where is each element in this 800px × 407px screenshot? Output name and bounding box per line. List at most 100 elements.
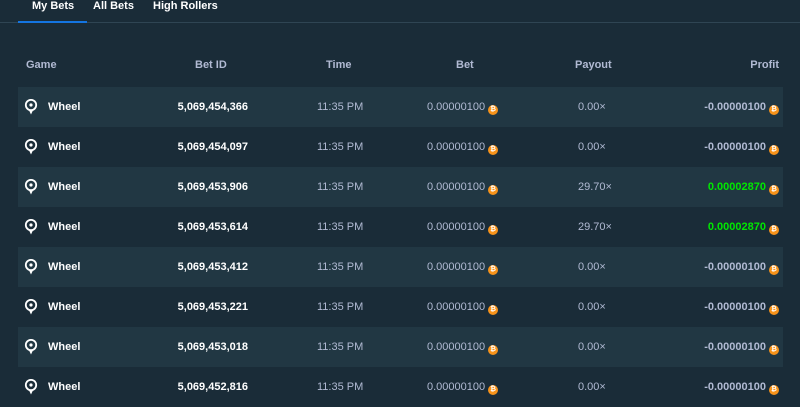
profit-amount: 0.00002870 ₿ xyxy=(708,207,779,247)
bet-amount-value: 0.00000100 xyxy=(427,101,486,113)
bet-amount: 0.00000100 ₿ xyxy=(427,247,499,287)
bet-time: 11:35 PM xyxy=(317,341,364,353)
game-name[interactable]: Wheel xyxy=(48,327,80,367)
bitcoin-icon: ₿ xyxy=(769,145,779,155)
bet-id[interactable]: 5,069,453,412 xyxy=(178,247,248,287)
wheel-game-icon xyxy=(24,178,40,195)
bet-time: 11:35 PM xyxy=(317,141,364,153)
bet-amount-value: 0.00000100 xyxy=(427,341,486,353)
profit-amount: -0.00000100 ₿ xyxy=(704,367,779,407)
wheel-game-icon xyxy=(24,98,40,115)
profit-amount: -0.00000100 ₿ xyxy=(704,247,779,287)
profit-value: 0.00002870 xyxy=(707,181,766,193)
bet-id[interactable]: 5,069,454,097 xyxy=(178,127,248,167)
payout-multiplier: 0.00× xyxy=(578,141,606,153)
bet-amount: 0.00000100 ₿ xyxy=(427,327,499,367)
game-name[interactable]: Wheel xyxy=(48,367,80,407)
profit-value: -0.00000100 xyxy=(704,101,766,113)
bet-amount: 0.00000100 ₿ xyxy=(427,367,499,407)
bet-amount: 0.00000100 ₿ xyxy=(427,87,499,127)
column-header-profit: Profit xyxy=(750,59,779,71)
profit-amount: -0.00000100 ₿ xyxy=(704,87,779,127)
bet-amount: 0.00000100 ₿ xyxy=(427,127,499,167)
profit-value: -0.00000100 xyxy=(704,301,766,313)
bet-id[interactable]: 5,069,453,614 xyxy=(178,207,248,247)
tab-all-bets[interactable]: All Bets xyxy=(93,0,134,20)
bet-id[interactable]: 5,069,453,221 xyxy=(178,287,248,327)
profit-value: -0.00000100 xyxy=(704,381,766,393)
bet-amount-value: 0.00000100 xyxy=(427,261,486,273)
profit-value: -0.00000100 xyxy=(704,141,766,153)
profit-amount: -0.00000100 ₿ xyxy=(704,127,779,167)
table-row[interactable]: Wheel 5,069,453,906 11:35 PM 0.00000100 ₿ 29.… xyxy=(18,167,783,207)
column-header-bet-id: Bet ID xyxy=(195,59,227,71)
tab-high-rollers[interactable]: High Rollers xyxy=(153,0,218,20)
payout-multiplier: 0.00× xyxy=(578,261,606,273)
bitcoin-icon: ₿ xyxy=(488,385,499,395)
game-name[interactable]: Wheel xyxy=(48,87,80,127)
bet-amount-value: 0.00000100 xyxy=(427,141,486,153)
payout-multiplier: 29.70× xyxy=(578,221,612,233)
game-name[interactable]: Wheel xyxy=(48,287,80,327)
profit-value: -0.00000100 xyxy=(704,341,766,353)
bitcoin-icon: ₿ xyxy=(488,345,499,355)
wheel-game-icon xyxy=(24,258,40,275)
bets-tab-bar: My Bets All Bets High Rollers xyxy=(0,0,800,23)
bet-time: 11:35 PM xyxy=(317,181,364,193)
table-row[interactable]: Wheel 5,069,453,221 11:35 PM 0.00000100 ₿ 0.0… xyxy=(18,287,783,327)
profit-amount: -0.00000100 ₿ xyxy=(704,287,779,327)
profit-value: -0.00000100 xyxy=(704,261,766,273)
profit-amount: 0.00002870 ₿ xyxy=(708,167,779,207)
bet-amount: 0.00000100 ₿ xyxy=(427,167,499,207)
bet-id[interactable]: 5,069,453,018 xyxy=(178,327,248,367)
bet-time: 11:35 PM xyxy=(317,261,364,273)
column-header-payout: Payout xyxy=(575,59,612,71)
payout-multiplier: 0.00× xyxy=(578,101,606,113)
bet-amount: 0.00000100 ₿ xyxy=(427,207,499,247)
payout-multiplier: 0.00× xyxy=(578,381,606,393)
wheel-game-icon xyxy=(24,218,40,235)
game-name[interactable]: Wheel xyxy=(48,127,80,167)
bet-time: 11:35 PM xyxy=(317,381,364,393)
payout-multiplier: 29.70× xyxy=(578,181,612,193)
table-row[interactable]: Wheel 5,069,453,412 11:35 PM 0.00000100 ₿ 0.0… xyxy=(18,247,783,287)
profit-amount: -0.00000100 ₿ xyxy=(704,327,779,367)
bitcoin-icon: ₿ xyxy=(488,305,499,315)
column-header-bet: Bet xyxy=(456,59,474,71)
bet-id[interactable]: 5,069,453,906 xyxy=(178,167,248,207)
bet-time: 11:35 PM xyxy=(317,301,364,313)
table-row[interactable]: Wheel 5,069,453,614 11:35 PM 0.00000100 ₿ 29.… xyxy=(18,207,783,247)
payout-multiplier: 0.00× xyxy=(578,341,606,353)
tab-my-bets[interactable]: My Bets xyxy=(17,0,88,23)
bet-id[interactable]: 5,069,454,366 xyxy=(178,87,248,127)
column-header-game: Game xyxy=(26,59,57,71)
payout-multiplier: 0.00× xyxy=(578,301,606,313)
bet-id[interactable]: 5,069,452,816 xyxy=(178,367,248,407)
bet-time: 11:35 PM xyxy=(317,101,364,113)
bitcoin-icon: ₿ xyxy=(488,185,499,195)
bet-amount-value: 0.00000100 xyxy=(427,301,486,313)
bitcoin-icon: ₿ xyxy=(488,265,499,275)
column-header-time: Time xyxy=(326,59,352,71)
bitcoin-icon: ₿ xyxy=(769,225,779,235)
game-name[interactable]: Wheel xyxy=(48,207,80,247)
wheel-game-icon xyxy=(24,378,40,395)
table-row[interactable]: Wheel 5,069,454,366 11:35 PM 0.00000100 ₿ 0.0… xyxy=(18,87,783,127)
bitcoin-icon: ₿ xyxy=(769,345,779,355)
table-row[interactable]: Wheel 5,069,453,018 11:35 PM 0.00000100 ₿ 0.0… xyxy=(18,327,783,367)
table-row[interactable]: Wheel 5,069,452,816 11:35 PM 0.00000100 ₿ 0.0… xyxy=(18,367,783,407)
game-name[interactable]: Wheel xyxy=(48,167,80,207)
bet-time: 11:35 PM xyxy=(317,221,364,233)
game-name[interactable]: Wheel xyxy=(48,247,80,287)
bets-table-body: Wheel 5,069,454,366 11:35 PM 0.00000100 ₿ 0.0… xyxy=(18,87,783,407)
bitcoin-icon: ₿ xyxy=(769,385,779,395)
wheel-game-icon xyxy=(24,298,40,315)
bitcoin-icon: ₿ xyxy=(769,305,779,315)
table-row[interactable]: Wheel 5,069,454,097 11:35 PM 0.00000100 ₿ 0.0… xyxy=(18,127,783,167)
bitcoin-icon: ₿ xyxy=(769,105,779,115)
bitcoin-icon: ₿ xyxy=(488,145,499,155)
bitcoin-icon: ₿ xyxy=(769,185,779,195)
bitcoin-icon: ₿ xyxy=(769,265,779,275)
bitcoin-icon: ₿ xyxy=(488,105,499,115)
bet-amount-value: 0.00000100 xyxy=(427,181,486,193)
